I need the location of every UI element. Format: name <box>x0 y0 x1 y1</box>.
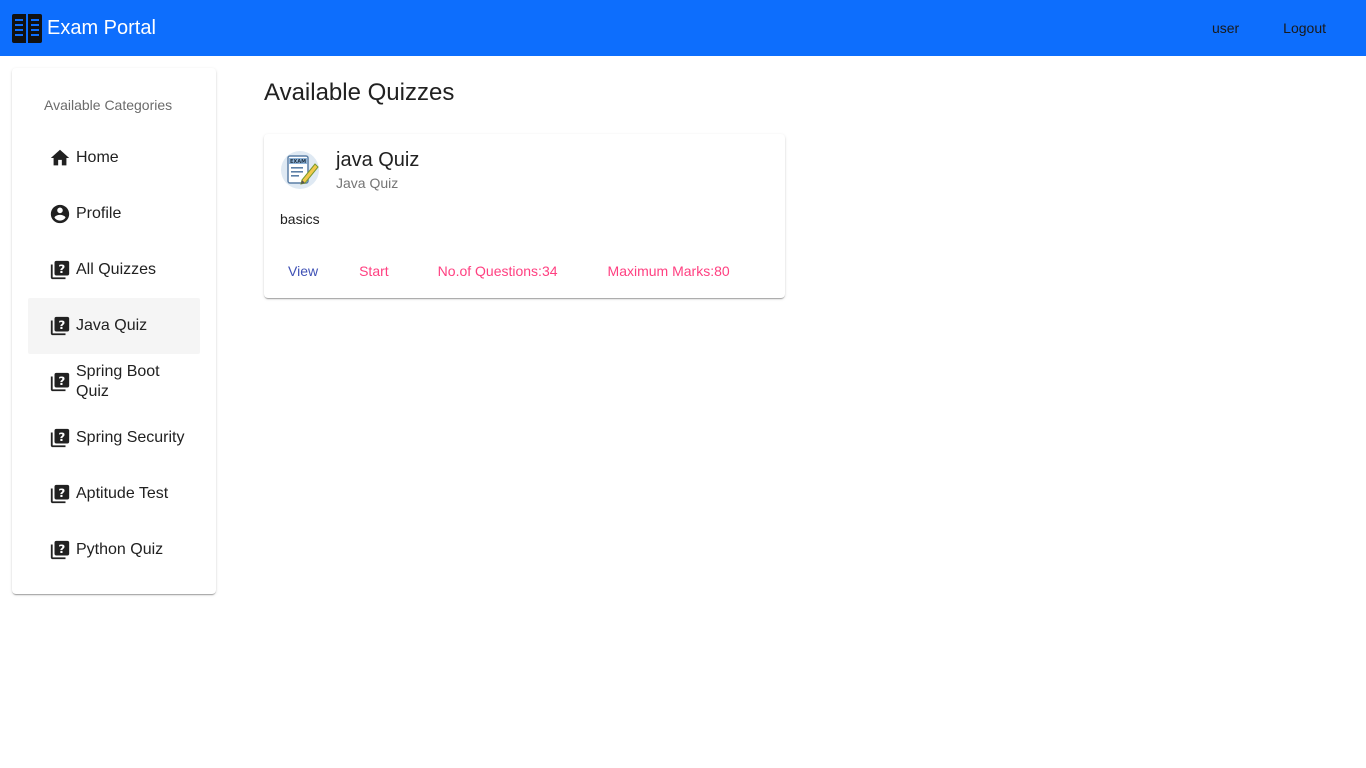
quiz-icon: ? <box>49 427 71 449</box>
sidebar-item-label: Java Quiz <box>76 317 148 334</box>
sidebar-item-label: Home <box>76 149 119 166</box>
user-button[interactable]: user <box>1196 10 1255 46</box>
quiz-card-title: java Quiz <box>336 149 420 171</box>
quiz-icon: ? <box>49 371 71 393</box>
quiz-icon: ? <box>49 315 71 337</box>
svg-text:?: ? <box>58 262 65 276</box>
sidebar-header: Available Categories <box>44 97 173 113</box>
sidebar-item-label: All Quizzes <box>76 261 157 278</box>
brand-title: Exam Portal <box>47 16 156 39</box>
quiz-card: EXAM java Quiz Java Quiz basics View Sta… <box>264 134 785 298</box>
sidebar: Available Categories Home Profile ? All … <box>12 68 216 594</box>
sidebar-item-spring-security[interactable]: ? Spring Security <box>28 410 200 466</box>
quiz-icon: ? <box>49 539 71 561</box>
svg-text:?: ? <box>58 486 65 500</box>
sidebar-item-home[interactable]: Home <box>28 130 200 186</box>
sidebar-item-aptitude-test[interactable]: ? Aptitude Test <box>28 466 200 522</box>
sidebar-item-label: Spring Security <box>76 429 185 446</box>
sidebar-item-all-quizzes[interactable]: ? All Quizzes <box>28 242 200 298</box>
maximum-marks-button[interactable]: Maximum Marks:80 <box>592 253 746 289</box>
sidebar-item-label: Python Quiz <box>76 541 164 558</box>
home-icon <box>49 147 71 169</box>
svg-text:?: ? <box>58 318 65 332</box>
sidebar-item-label: Spring Boot Quiz <box>76 363 160 400</box>
account-circle-icon <box>49 203 71 225</box>
quiz-card-actions: View Start No.of Questions:34 Maximum Ma… <box>272 253 746 289</box>
brand[interactable]: Exam Portal <box>12 13 156 43</box>
sidebar-item-java-quiz[interactable]: ? Java Quiz <box>28 298 200 354</box>
quiz-card-description: basics <box>280 211 320 227</box>
quiz-icon: ? <box>49 259 71 281</box>
sidebar-item-spring-boot-quiz[interactable]: ? Spring Boot Quiz <box>28 354 200 410</box>
sidebar-item-profile[interactable]: Profile <box>28 186 200 242</box>
exam-sheet-icon: EXAM <box>280 150 320 190</box>
sidebar-item-label: Aptitude Test <box>76 485 169 502</box>
quiz-card-subtitle: Java Quiz <box>336 175 399 191</box>
svg-text:?: ? <box>58 430 65 444</box>
logout-button[interactable]: Logout <box>1267 10 1342 46</box>
book-icon <box>12 13 42 43</box>
top-actions: user Logout <box>1196 0 1366 56</box>
svg-text:?: ? <box>58 542 65 556</box>
sidebar-item-python-quiz[interactable]: ? Python Quiz <box>28 522 200 578</box>
svg-text:EXAM: EXAM <box>290 159 306 165</box>
questions-count-button[interactable]: No.of Questions:34 <box>422 253 574 289</box>
page-title: Available Quizzes <box>264 79 455 106</box>
svg-text:?: ? <box>58 374 65 388</box>
sidebar-list: Home Profile ? All Quizzes ? Java Quiz ?… <box>28 130 200 578</box>
view-button[interactable]: View <box>272 253 334 289</box>
start-button[interactable]: Start <box>343 253 405 289</box>
sidebar-item-label: Profile <box>76 205 122 222</box>
top-toolbar: Exam Portal user Logout <box>0 0 1366 56</box>
quiz-icon: ? <box>49 483 71 505</box>
